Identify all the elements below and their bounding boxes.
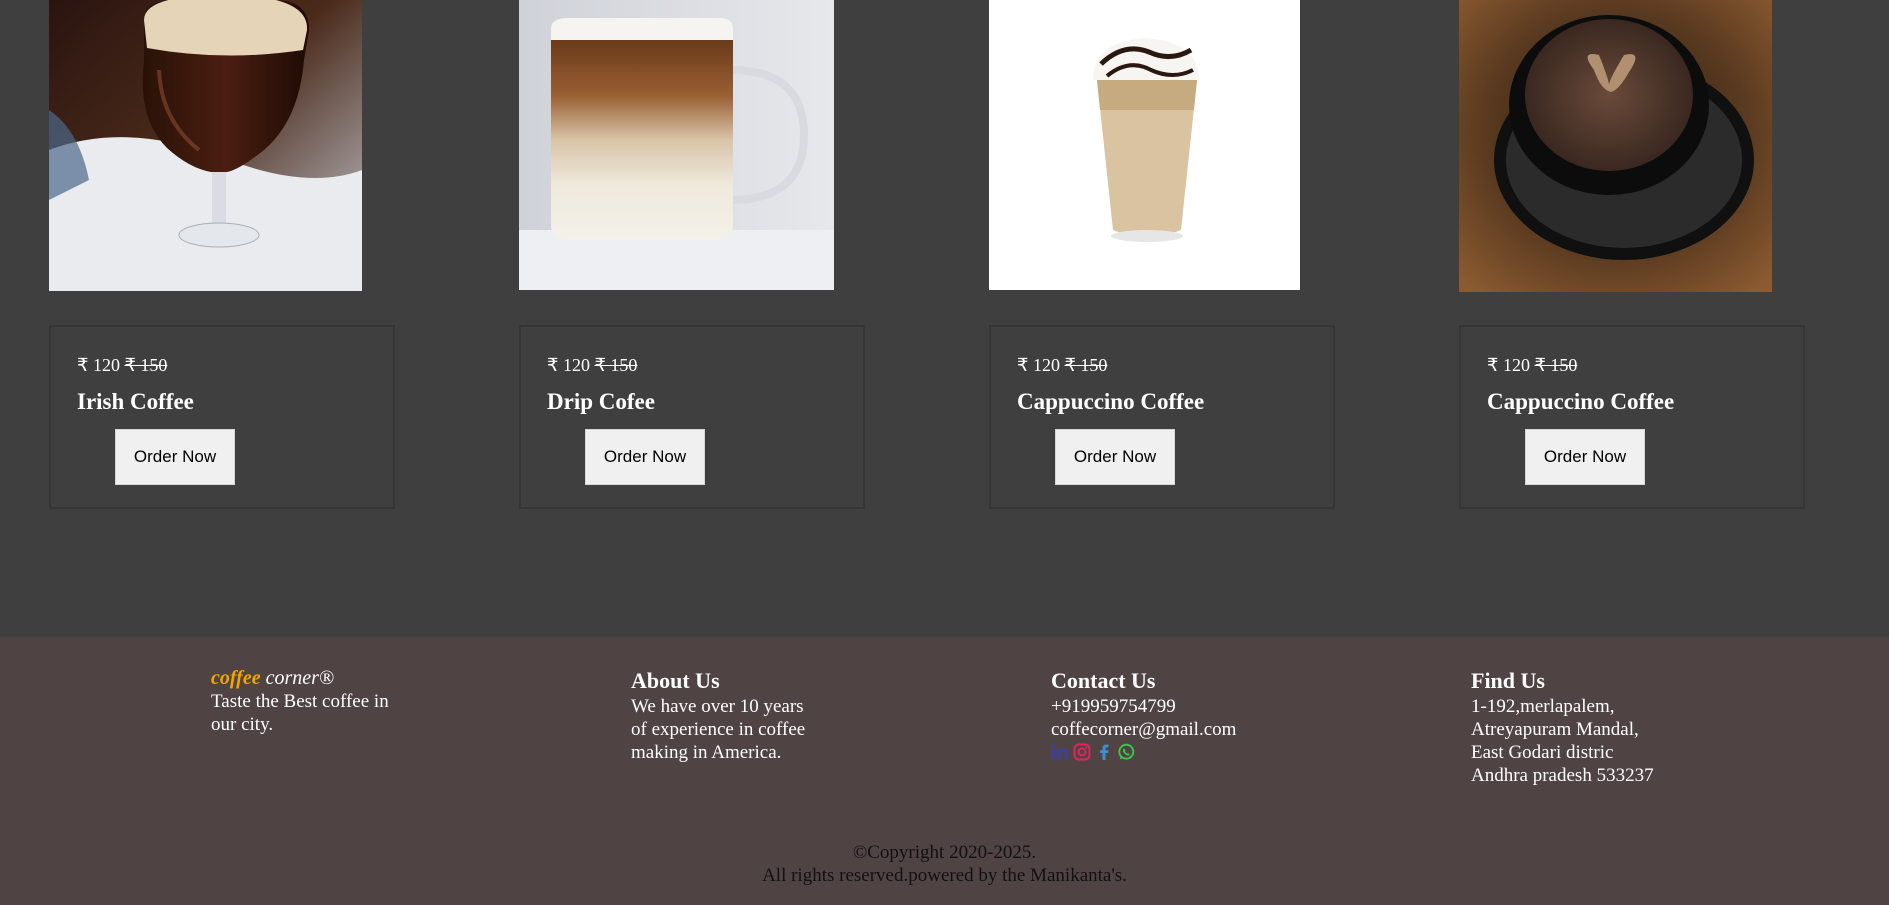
price-original: ₹ 150 — [594, 355, 638, 375]
address-line: Atreyapuram Mandal, — [1471, 719, 1639, 740]
instagram-icon[interactable] — [1073, 743, 1091, 761]
social-links — [1051, 743, 1236, 761]
footer: coffee corner® Taste the Best coffee in … — [0, 637, 1889, 905]
price-current: ₹ 120 — [1487, 355, 1530, 375]
footer-contact: Contact Us +919959754799 coffecorner@gma… — [1051, 667, 1236, 761]
copyright-line: ©Copyright 2020-2025. — [852, 842, 1037, 863]
find-us-title: Find Us — [1471, 668, 1545, 693]
price: ₹ 120 ₹ 150 — [1017, 355, 1107, 376]
footer-brand: coffee corner® Taste the Best coffee in … — [211, 667, 389, 736]
order-now-button[interactable]: Order Now — [1055, 429, 1175, 485]
tagline-line: our city. — [211, 714, 274, 735]
product-name: Irish Coffee — [77, 389, 194, 414]
address-line: 1-192,merlapalem, — [1471, 696, 1615, 717]
product-name: Cappuccino Coffee — [1017, 389, 1205, 414]
about-line: We have over 10 years — [631, 696, 804, 717]
footer-about: About Us We have over 10 years of experi… — [631, 667, 805, 764]
order-now-button[interactable]: Order Now — [115, 429, 235, 485]
facebook-icon[interactable] — [1095, 743, 1113, 761]
address-line: Andhra pradesh 533237 — [1471, 765, 1654, 786]
address-line: East Godari distric — [1471, 742, 1614, 763]
product-card: ₹ 120 ₹ 150 Cappuccino Coffee Order Now — [1459, 325, 1805, 509]
brand-accent: coffee — [211, 667, 261, 689]
linkedin-icon[interactable] — [1051, 743, 1069, 761]
about-line: making in America. — [631, 742, 782, 763]
irish-coffee-image — [49, 0, 362, 291]
brand-rest: corner® — [265, 667, 335, 689]
products-section: ₹ 120 ₹ 150 Irish Coffee Order Now ₹ 120… — [0, 0, 1889, 637]
contact-phone[interactable]: +919959754799 — [1051, 695, 1236, 718]
cappuccino-coffee-image — [1459, 0, 1772, 292]
price-original: ₹ 150 — [1064, 355, 1108, 375]
order-now-button[interactable]: Order Now — [585, 429, 705, 485]
price-original: ₹ 150 — [1534, 355, 1578, 375]
price-current: ₹ 120 — [77, 355, 120, 375]
product-card: ₹ 120 ₹ 150 Cappuccino Coffee Order Now — [989, 325, 1335, 509]
contact-title: Contact Us — [1051, 668, 1156, 693]
product-card: ₹ 120 ₹ 150 Irish Coffee Order Now — [49, 325, 395, 509]
price-original: ₹ 150 — [124, 355, 168, 375]
price-current: ₹ 120 — [547, 355, 590, 375]
price: ₹ 120 ₹ 150 — [77, 355, 167, 376]
copyright: ©Copyright 2020-2025. All rights reserve… — [0, 841, 1889, 887]
tagline-line: Taste the Best coffee in — [211, 691, 389, 712]
whatsapp-icon[interactable] — [1117, 743, 1135, 761]
footer-find-us: Find Us 1-192,merlapalem, Atreyapuram Ma… — [1471, 667, 1654, 787]
copyright-line: All rights reserved.powered by the Manik… — [762, 865, 1127, 886]
price: ₹ 120 ₹ 150 — [1487, 355, 1577, 376]
drip-cofee-image — [519, 0, 834, 290]
about-title: About Us — [631, 668, 720, 693]
cappuccino-coffee-image — [989, 0, 1300, 290]
price: ₹ 120 ₹ 150 — [547, 355, 637, 376]
brand-name: coffee corner® — [211, 667, 389, 690]
product-card: ₹ 120 ₹ 150 Drip Cofee Order Now — [519, 325, 865, 509]
price-current: ₹ 120 — [1017, 355, 1060, 375]
product-name: Drip Cofee — [547, 389, 655, 414]
order-now-button[interactable]: Order Now — [1525, 429, 1645, 485]
contact-email[interactable]: coffecorner@gmail.com — [1051, 718, 1236, 741]
product-name: Cappuccino Coffee — [1487, 389, 1675, 414]
about-line: of experience in coffee — [631, 719, 806, 740]
